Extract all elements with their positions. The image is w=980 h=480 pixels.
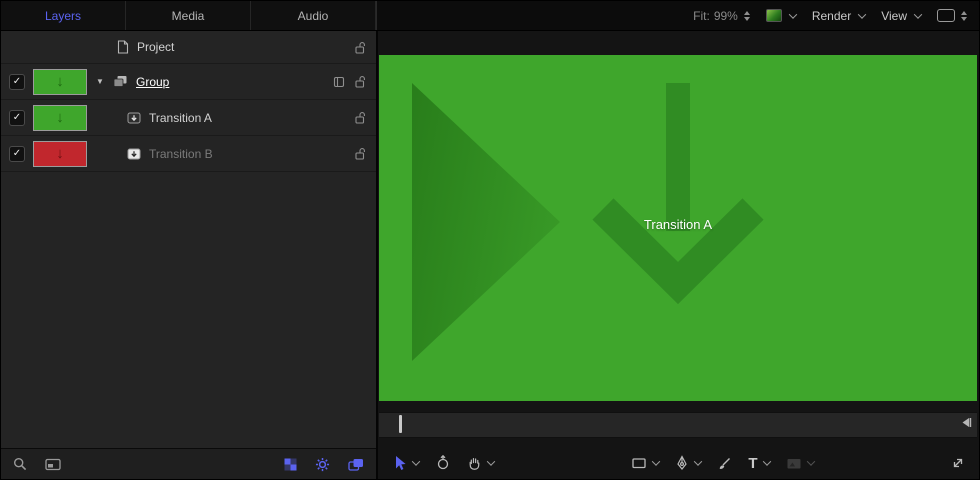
layer-label: Group: [136, 75, 169, 89]
frame-tool[interactable]: [786, 457, 814, 470]
chevron-down-icon: [806, 457, 814, 465]
visibility-checkbox[interactable]: ✓: [9, 110, 25, 126]
layer-thumbnail[interactable]: ↓: [33, 69, 87, 95]
chevron-down-icon: [412, 457, 420, 465]
chevron-down-icon: [762, 457, 770, 465]
text-tool-icon: T: [748, 456, 757, 471]
media-layer-icon: [127, 112, 141, 124]
media-layer-icon: [127, 148, 141, 160]
gear-icon[interactable]: [315, 457, 330, 472]
playhead[interactable]: [399, 415, 402, 433]
canvas-controls: Fit: 99% Render View: [377, 1, 979, 30]
layer-row-transition-b[interactable]: ✓ ↓ Transition B: [1, 136, 376, 172]
paint-stroke-tool[interactable]: [717, 456, 732, 471]
group-icon: [113, 75, 128, 88]
unlock-icon[interactable]: [355, 147, 366, 160]
display-selector[interactable]: [937, 9, 967, 22]
view-menu-label: View: [881, 9, 907, 23]
layer-row-transition-a[interactable]: ✓ ↓ Transition A: [1, 100, 376, 136]
wipe-triangle-graphic: [412, 83, 560, 361]
zoom-control[interactable]: Fit: 99%: [693, 9, 750, 23]
layer-row-project[interactable]: Project: [1, 31, 376, 64]
screens-icon[interactable]: [348, 458, 364, 471]
chevron-down-icon: [789, 10, 797, 18]
view-menu[interactable]: View: [881, 9, 921, 23]
check-icon: ✓: [13, 77, 21, 87]
preview-pane-icon[interactable]: [45, 458, 61, 471]
layers-footer-bar: [1, 448, 376, 479]
down-arrow-icon: ↓: [56, 109, 64, 126]
chevron-down-icon: [652, 457, 660, 465]
canvas-toolbar: T: [378, 447, 979, 479]
panel-tab-bar: Layers Media Audio: [1, 1, 377, 30]
down-arrow-icon: ↓: [56, 73, 64, 90]
layer-thumbnail[interactable]: ↓: [33, 141, 87, 167]
layer-thumbnail[interactable]: ↓: [33, 105, 87, 131]
chevron-down-icon: [487, 457, 495, 465]
background-color-control[interactable]: [766, 9, 796, 22]
transform-tool[interactable]: [435, 455, 451, 471]
visibility-checkbox[interactable]: ✓: [9, 74, 25, 90]
canvas[interactable]: Transition A: [379, 55, 977, 401]
tab-layers-label: Layers: [45, 9, 81, 23]
tab-media-label: Media: [172, 9, 205, 23]
select-tool[interactable]: [392, 455, 419, 471]
canvas-layer-text: Transition A: [644, 217, 712, 232]
rectangle-tool[interactable]: [631, 456, 659, 470]
unlock-icon[interactable]: [355, 111, 366, 124]
layer-row-group[interactable]: ✓ ↓ ▼ Group: [1, 64, 376, 100]
mini-timeline[interactable]: [378, 401, 977, 447]
layer-label: Transition A: [149, 111, 212, 125]
chevron-down-icon: [694, 457, 702, 465]
color-swatch-icon: [766, 9, 782, 22]
disclosure-triangle-icon[interactable]: ▼: [95, 77, 105, 86]
checkerboard-icon[interactable]: [284, 458, 297, 471]
layers-panel: Project ✓ ↓ ▼ Group: [1, 31, 378, 479]
layer-list: Project ✓ ↓ ▼ Group: [1, 31, 376, 448]
render-menu-label: Render: [812, 9, 851, 23]
chevron-down-icon: [914, 10, 922, 18]
bezier-tool[interactable]: [675, 455, 701, 471]
down-arrow-graphic: [583, 83, 773, 313]
tab-audio[interactable]: Audio: [251, 1, 376, 30]
canvas-area: Transition A: [378, 31, 979, 479]
visibility-checkbox[interactable]: ✓: [9, 146, 25, 162]
top-bar: Layers Media Audio Fit: 99% Render: [1, 1, 979, 31]
chevron-down-icon: [858, 10, 866, 18]
check-icon: ✓: [13, 113, 21, 123]
layer-label: Transition B: [149, 147, 213, 161]
motion-app-window: Layers Media Audio Fit: 99% Render: [0, 0, 980, 480]
display-icon: [937, 9, 955, 22]
project-label: Project: [137, 40, 174, 54]
tab-media[interactable]: Media: [126, 1, 251, 30]
timeline-scrubber[interactable]: [379, 412, 977, 438]
check-icon: ✓: [13, 149, 21, 159]
unlock-icon[interactable]: [355, 41, 366, 54]
down-arrow-icon: ↓: [56, 145, 64, 162]
unlock-icon[interactable]: [355, 75, 366, 88]
expand-canvas-icon[interactable]: [951, 456, 965, 470]
zoom-value: 99%: [714, 9, 738, 23]
tab-layers[interactable]: Layers: [1, 1, 126, 30]
render-menu[interactable]: Render: [812, 9, 865, 23]
search-icon[interactable]: [13, 457, 27, 471]
document-icon: [117, 40, 129, 54]
tab-audio-label: Audio: [298, 9, 329, 23]
layer-badge-icon[interactable]: [333, 76, 345, 88]
main-area: Project ✓ ↓ ▼ Group: [1, 31, 979, 479]
fit-label: Fit:: [693, 9, 710, 23]
hand-tool[interactable]: [467, 456, 494, 471]
zoom-stepper-icon[interactable]: [744, 11, 750, 21]
text-tool[interactable]: T: [748, 456, 769, 471]
display-stepper-icon: [961, 11, 967, 21]
go-to-end-icon[interactable]: [961, 416, 972, 429]
